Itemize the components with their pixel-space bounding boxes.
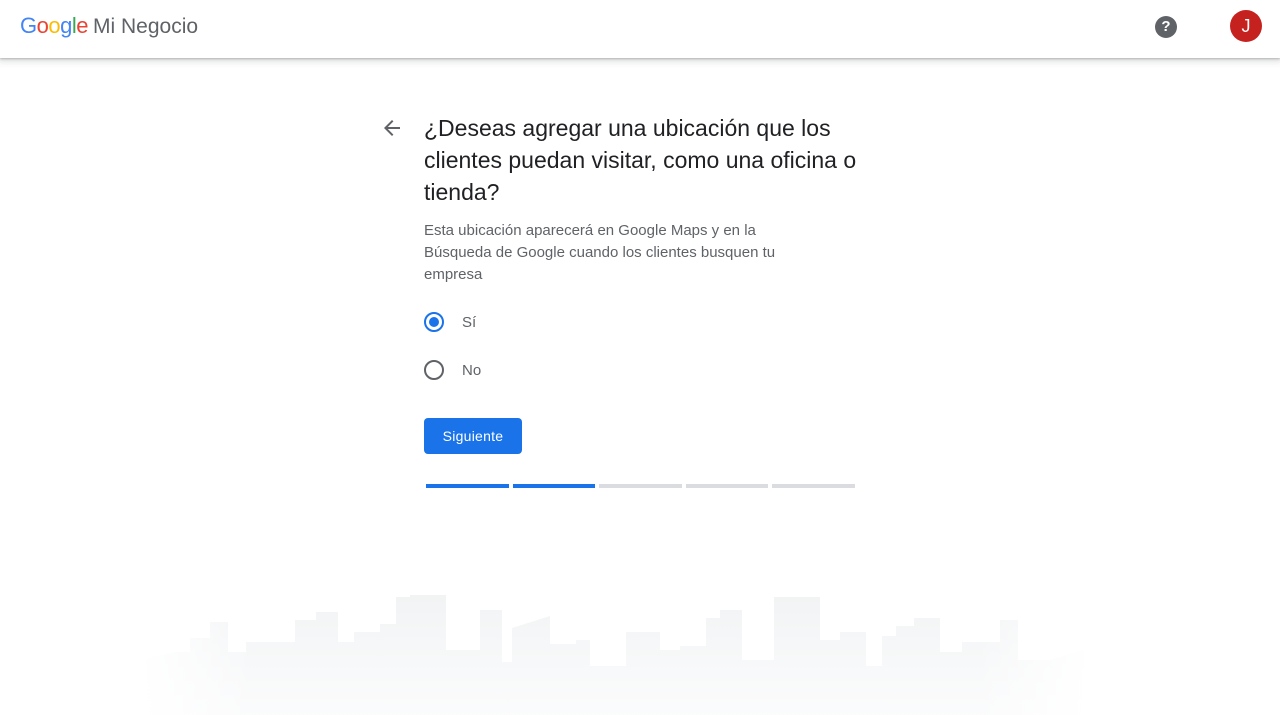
progress-segment [772,484,855,488]
option-no[interactable]: No [424,358,481,382]
progress-segment [599,484,682,488]
account-avatar[interactable]: J [1230,10,1262,42]
option-yes-label: Sí [462,313,477,331]
logo-letter: e [76,13,89,38]
option-no-label: No [462,361,482,379]
question-subtitle: Esta ubicación aparecerá en Google Maps … [424,222,776,283]
logo-letter: o [36,13,49,38]
progress-segment [426,484,509,488]
logo-letter: o [48,13,61,38]
logo-letter: G [20,13,37,38]
progress-segment [512,484,596,488]
help-icon[interactable]: ? [1155,16,1177,38]
question-title: ¿Deseas agregar una ubicación que los cl… [424,115,857,205]
city-skyline-illustration [140,590,1090,715]
radio-no[interactable] [424,360,444,380]
next-button[interactable]: Siguiente [424,418,522,454]
option-yes[interactable]: Sí [424,310,476,334]
radio-yes[interactable] [424,312,444,332]
google-wordmark: Google [20,13,89,39]
progress-segment [685,484,769,488]
step-progress [426,484,855,488]
logo-letter: g [60,13,72,38]
google-my-business-logo[interactable]: Google Mi Negocio [20,13,198,39]
arrow-left-icon[interactable] [380,116,404,140]
product-name: Mi Negocio [93,15,199,38]
top-app-bar: Google Mi Negocio ? J [0,0,1280,58]
